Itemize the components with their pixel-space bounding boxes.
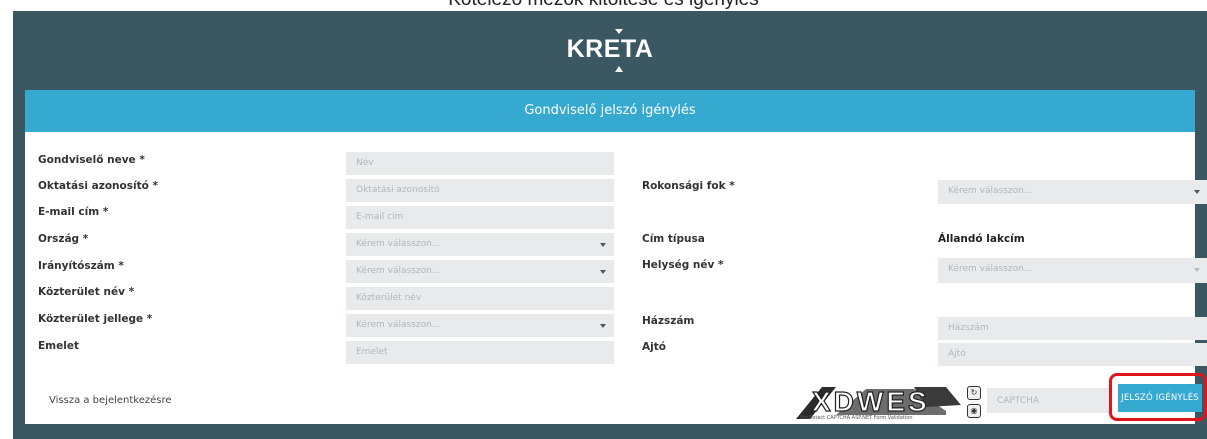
captcha-input[interactable] bbox=[987, 388, 1112, 413]
jelszo-igenyles-button[interactable]: JELSZÓ IGÉNYLÉS bbox=[1118, 384, 1202, 412]
iranyitoszam-select[interactable]: Kérem válasszon... bbox=[346, 260, 614, 283]
caret-down-icon bbox=[600, 324, 606, 328]
caption-text: Kötelező mezők kitöltése és igénylés bbox=[448, 0, 759, 9]
caret-down-icon bbox=[600, 243, 606, 247]
label-helyseg-nev: Helység név * bbox=[642, 259, 724, 271]
helyseg-nev-select[interactable]: Kérem válasszon... bbox=[938, 258, 1207, 283]
emelet-input[interactable] bbox=[346, 341, 614, 364]
form-title-banner: Gondviselő jelszó igénylés bbox=[25, 90, 1195, 132]
label-ajto: Ajtó bbox=[642, 341, 666, 353]
captcha-text: XDWES bbox=[812, 386, 930, 417]
logo-accent-top-icon bbox=[614, 29, 623, 34]
kozterulet-jellege-select[interactable]: Kérem válasszon... bbox=[346, 314, 614, 337]
label-kozterulet-nev: Közterület név * bbox=[38, 286, 135, 298]
oktatasi-azonosito-input[interactable] bbox=[346, 179, 614, 202]
nev-input[interactable] bbox=[346, 152, 614, 175]
helyseg-nev-select-value: Kérem válasszon... bbox=[948, 264, 1033, 274]
orszag-select[interactable]: Kérem válasszon... bbox=[346, 233, 614, 256]
back-to-login-link[interactable]: Vissza a bejelentkezésre bbox=[49, 395, 172, 406]
label-oktatasi-azonosito: Oktatási azonosító * bbox=[38, 180, 158, 192]
top-caption: Kötelező mezők kitöltése és igénylés bbox=[0, 0, 1207, 11]
caret-down-icon bbox=[1194, 190, 1200, 194]
refresh-icon[interactable]: ↻ bbox=[967, 386, 981, 400]
ajto-input[interactable] bbox=[938, 343, 1207, 366]
label-cim-tipusa: Cím típusa bbox=[642, 233, 705, 245]
email-input[interactable] bbox=[346, 206, 614, 229]
rokonsagi-fok-select[interactable]: Kérem válasszon... bbox=[938, 180, 1207, 204]
cim-tipusa-value: Állandó lakcím bbox=[938, 233, 1025, 245]
hazszam-input[interactable] bbox=[938, 317, 1207, 340]
label-hazszam: Házszám bbox=[642, 315, 695, 327]
label-iranyitoszam: Irányítószám * bbox=[38, 260, 124, 272]
caret-down-icon bbox=[1194, 268, 1200, 272]
label-emelet: Emelet bbox=[38, 340, 79, 352]
kreta-logo: KRETA bbox=[13, 29, 1207, 72]
logo-text: KRETA bbox=[566, 35, 654, 63]
kozterulet-nev-input[interactable] bbox=[346, 287, 614, 310]
label-kozterulet-jellege: Közterület jellege * bbox=[38, 313, 153, 325]
orszag-select-value: Kérem válasszon... bbox=[356, 239, 441, 249]
audio-icon[interactable]: ◉ bbox=[967, 404, 981, 418]
captcha-credit: BotDetect CAPTCHA ASP.NET Form Validatio… bbox=[800, 415, 913, 421]
form-panel: Gondviselő neve * Oktatási azonosító * E… bbox=[25, 132, 1207, 424]
label-email: E-mail cím * bbox=[38, 206, 109, 218]
iranyitoszam-select-value: Kérem válasszon... bbox=[356, 266, 441, 276]
page-frame: KRETA Gondviselő jelszó igénylés Gondvis… bbox=[13, 11, 1207, 439]
form-title: Gondviselő jelszó igénylés bbox=[524, 103, 696, 118]
submit-highlight: JELSZÓ IGÉNYLÉS bbox=[1109, 373, 1207, 421]
caret-down-icon bbox=[600, 270, 606, 274]
label-gondviselo-neve: Gondviselő neve * bbox=[38, 154, 145, 166]
label-orszag: Ország * bbox=[38, 233, 89, 245]
label-rokonsagi-fok: Rokonsági fok * bbox=[642, 180, 735, 192]
logo-accent-bottom-icon bbox=[614, 66, 623, 72]
kozterulet-jellege-select-value: Kérem válasszon... bbox=[356, 320, 441, 330]
rokonsagi-fok-select-value: Kérem válasszon... bbox=[948, 186, 1033, 196]
